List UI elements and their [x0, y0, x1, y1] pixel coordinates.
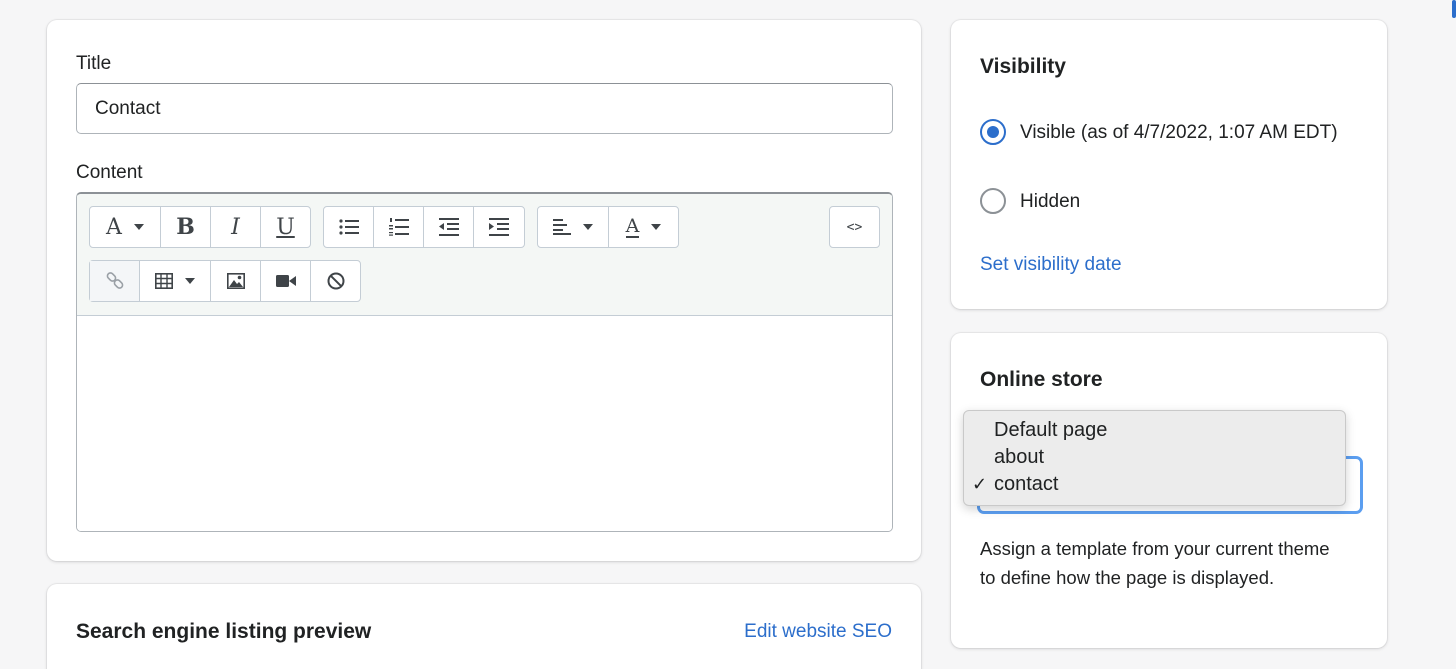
font-icon: A [106, 214, 122, 240]
clear-format-icon [327, 272, 344, 290]
numbered-list-button[interactable] [374, 207, 424, 247]
hidden-option-label[interactable]: Hidden [1020, 187, 1080, 216]
outdent-icon [438, 218, 459, 236]
template-option-default[interactable]: Default page [964, 417, 1345, 444]
chevron-down-icon [651, 224, 662, 230]
visibility-heading: Visibility [980, 55, 1066, 78]
indent-icon [489, 218, 509, 236]
content-label: Content [76, 162, 143, 183]
title-label: Title [76, 53, 112, 74]
image-icon [226, 273, 245, 289]
align-dropdown-button[interactable] [538, 207, 609, 247]
seo-card: Search engine listing preview Edit websi… [47, 584, 921, 669]
bullet-list-icon [338, 219, 359, 235]
edit-website-seo-link[interactable]: Edit website SEO [744, 621, 892, 643]
text-style-group: A B I U [89, 206, 311, 248]
seo-heading: Search engine listing preview [76, 620, 372, 643]
video-icon [275, 275, 296, 287]
chevron-down-icon [185, 278, 195, 284]
online-store-heading: Online store [980, 368, 1103, 391]
title-input[interactable]: Contact [76, 83, 893, 134]
alignment-group: A [537, 206, 679, 248]
chevron-down-icon [583, 224, 593, 230]
clear-format-button[interactable] [311, 261, 360, 301]
italic-icon: I [231, 214, 240, 240]
hidden-radio[interactable] [980, 188, 1006, 214]
bold-button[interactable]: B [161, 207, 211, 247]
template-dropdown-menu: Default page about ✓ contact [963, 410, 1346, 506]
checkmark-icon: ✓ [972, 474, 988, 494]
align-left-icon [553, 219, 571, 235]
template-option-about[interactable]: about [964, 444, 1345, 471]
rich-text-editor: A B I U A <> [76, 192, 893, 532]
font-dropdown-button[interactable]: A [90, 207, 161, 247]
page-content-card: Title Contact Content A B I U A <> [47, 20, 921, 561]
editor-toolbar: A B I U A <> [77, 194, 892, 316]
link-icon [106, 272, 123, 289]
text-color-icon: A [625, 215, 640, 238]
indent-button[interactable] [474, 207, 524, 247]
template-help-text: Assign a template from your current them… [980, 538, 1330, 588]
video-button[interactable] [261, 261, 311, 301]
code-group: <> [829, 206, 880, 248]
editor-body[interactable] [77, 316, 892, 531]
text-color-dropdown-button[interactable]: A [609, 207, 678, 247]
table-icon [155, 273, 173, 289]
bold-icon: B [176, 214, 195, 240]
edge-scroll-indicator [1452, 0, 1456, 18]
chevron-down-icon [133, 224, 144, 230]
template-option-contact[interactable]: ✓ contact [964, 471, 1345, 498]
html-code-icon: <> [846, 219, 863, 235]
italic-button[interactable]: I [211, 207, 261, 247]
visible-radio[interactable] [980, 119, 1006, 145]
underline-icon: U [276, 214, 295, 240]
link-button[interactable] [90, 261, 140, 301]
online-store-card: Online store Default page about ✓ contac… [951, 333, 1387, 648]
visibility-card: Visibility Visible (as of 4/7/2022, 1:07… [951, 20, 1387, 309]
numbered-list-icon [388, 218, 409, 236]
underline-button[interactable]: U [261, 207, 310, 247]
insert-group [89, 260, 361, 302]
set-visibility-date-link[interactable]: Set visibility date [980, 254, 1122, 276]
list-group [323, 206, 525, 248]
outdent-button[interactable] [424, 207, 474, 247]
bullet-list-button[interactable] [324, 207, 374, 247]
visible-option-label[interactable]: Visible (as of 4/7/2022, 1:07 AM EDT) [1020, 118, 1350, 147]
image-button[interactable] [211, 261, 261, 301]
html-code-button[interactable]: <> [830, 207, 879, 247]
table-dropdown-button[interactable] [140, 261, 211, 301]
